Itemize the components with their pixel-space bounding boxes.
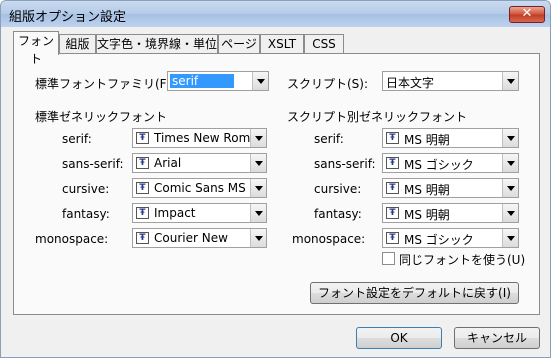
- truetype-font-icon: Ŧ: [386, 132, 399, 144]
- truetype-font-icon: Ŧ: [136, 232, 149, 244]
- tab-layout[interactable]: 組版: [59, 34, 96, 53]
- chevron-down-icon[interactable]: [252, 72, 268, 90]
- chevron-down-icon[interactable]: [502, 154, 518, 172]
- chevron-down-icon[interactable]: [502, 72, 518, 90]
- window-title: 組版オプション設定: [9, 10, 127, 25]
- generic-fantasy-select[interactable]: Ŧ Impact: [132, 203, 267, 223]
- truetype-font-icon: Ŧ: [136, 182, 149, 194]
- same-font-checkbox[interactable]: [382, 252, 395, 265]
- same-font-label: 同じフォントを使う(U): [399, 253, 526, 267]
- truetype-font-icon: Ŧ: [386, 207, 399, 219]
- generic-fonts-heading: 標準ゼネリックフォント: [35, 110, 168, 124]
- script-fantasy-select[interactable]: Ŧ MS 明朝: [382, 203, 519, 223]
- generic-monospace-select[interactable]: Ŧ Courier New: [132, 228, 267, 248]
- generic-fantasy-value: Impact: [154, 206, 196, 220]
- generic-cursive-value: Comic Sans MS: [154, 181, 246, 195]
- truetype-font-icon: Ŧ: [386, 182, 399, 194]
- tab-xslt[interactable]: XSLT: [260, 34, 304, 53]
- chevron-down-icon[interactable]: [502, 179, 518, 197]
- generic-serif-label: serif:: [62, 132, 92, 146]
- chevron-down-icon[interactable]: [502, 129, 518, 147]
- font-tab-panel: 標準フォントファミリ(F): serif スクリプト(S): 日本文字 標準ゼネ…: [13, 53, 540, 315]
- script-fantasy-label: fantasy:: [314, 207, 362, 221]
- chevron-down-icon[interactable]: [250, 179, 266, 197]
- generic-cursive-select[interactable]: Ŧ Comic Sans MS: [132, 178, 267, 198]
- tab-page[interactable]: ページ: [218, 34, 260, 53]
- script-monospace-label: monospace:: [292, 232, 366, 246]
- script-monospace-value: MS ゴシック: [404, 233, 474, 247]
- script-select[interactable]: 日本文字: [382, 71, 519, 91]
- standard-family-select[interactable]: serif: [167, 71, 269, 91]
- tab-css[interactable]: CSS: [304, 34, 344, 53]
- close-icon: ✕: [521, 6, 533, 21]
- chevron-down-icon[interactable]: [250, 229, 266, 247]
- script-cursive-value: MS 明朝: [404, 183, 450, 197]
- close-button[interactable]: ✕: [509, 6, 545, 23]
- standard-family-label: 標準フォントファミリ(F):: [35, 77, 176, 91]
- title-bar[interactable]: 組版オプション設定 ✕: [1, 1, 550, 27]
- chevron-down-icon[interactable]: [250, 204, 266, 222]
- generic-sans-serif-label: sans-serif:: [62, 157, 124, 171]
- script-fantasy-value: MS 明朝: [404, 208, 450, 222]
- chevron-down-icon[interactable]: [502, 204, 518, 222]
- generic-fantasy-label: fantasy:: [62, 207, 110, 221]
- chevron-down-icon[interactable]: [250, 129, 266, 147]
- generic-cursive-label: cursive:: [62, 182, 110, 196]
- truetype-font-icon: Ŧ: [386, 157, 399, 169]
- truetype-font-icon: Ŧ: [136, 207, 149, 219]
- generic-monospace-value: Courier New: [154, 231, 228, 245]
- truetype-font-icon: Ŧ: [136, 157, 149, 169]
- truetype-font-icon: Ŧ: [386, 232, 399, 244]
- generic-serif-select[interactable]: Ŧ Times New Roman: [132, 128, 267, 148]
- chevron-down-icon[interactable]: [502, 229, 518, 247]
- script-sans-serif-select[interactable]: Ŧ MS ゴシック: [382, 153, 519, 173]
- script-serif-select[interactable]: Ŧ MS 明朝: [382, 128, 519, 148]
- script-monospace-select[interactable]: Ŧ MS ゴシック: [382, 228, 519, 248]
- cancel-button[interactable]: キャンセル: [454, 327, 540, 349]
- generic-sans-serif-select[interactable]: Ŧ Arial: [132, 153, 267, 173]
- script-sans-serif-label: sans-serif:: [314, 157, 376, 171]
- tab-font[interactable]: フォント: [13, 31, 59, 66]
- generic-serif-value: Times New Roman: [154, 131, 266, 145]
- script-generic-fonts-heading: スクリプト別ゼネリックフォント: [287, 110, 468, 124]
- generic-sans-serif-value: Arial: [154, 156, 182, 170]
- script-serif-value: MS 明朝: [404, 133, 450, 147]
- standard-family-value: serif: [170, 74, 234, 88]
- script-value: 日本文字: [386, 76, 435, 90]
- script-serif-label: serif:: [314, 132, 344, 146]
- script-sans-serif-value: MS ゴシック: [404, 158, 474, 172]
- generic-monospace-label: monospace:: [35, 232, 109, 246]
- script-label: スクリプト(S):: [287, 77, 369, 91]
- chevron-down-icon[interactable]: [250, 154, 266, 172]
- ok-button[interactable]: OK: [356, 327, 442, 349]
- tab-color-border-unit[interactable]: 文字色・境界線・単位: [96, 34, 218, 53]
- truetype-font-icon: Ŧ: [136, 132, 149, 144]
- script-cursive-label: cursive:: [314, 182, 362, 196]
- dialog-window: 組版オプション設定 ✕ フォント 組版 文字色・境界線・単位 ページ XSLT …: [0, 0, 551, 358]
- reset-fonts-button[interactable]: フォント設定をデフォルトに戻す(I): [310, 282, 519, 304]
- script-cursive-select[interactable]: Ŧ MS 明朝: [382, 178, 519, 198]
